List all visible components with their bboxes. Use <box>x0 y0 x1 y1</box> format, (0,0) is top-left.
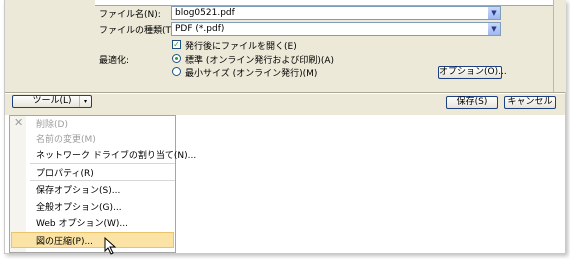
chevron-down-icon[interactable]: ▼ <box>487 23 500 35</box>
minimum-size-radio[interactable] <box>172 67 181 76</box>
delete-x-icon: ✕ <box>14 116 24 129</box>
menu-separator <box>30 163 175 164</box>
options-button[interactable]: オプション(O)... <box>438 66 507 79</box>
menu-separator <box>30 180 175 181</box>
menu-item-map-network-drive[interactable]: ネットワーク ドライブの割り当て(N)... <box>36 148 196 161</box>
save-as-dialog: ファイル名(N): blog0521.pdf ▼ ファイルの種類(T): PDF… <box>5 0 566 115</box>
filename-value: blog0521.pdf <box>175 8 235 18</box>
save-button[interactable]: 保存(S) <box>446 96 498 109</box>
tools-button[interactable]: ツール(L) ▾ <box>12 95 92 108</box>
dropdown-arrow-icon[interactable]: ▾ <box>79 96 91 107</box>
menu-item-delete[interactable]: 削除(D) <box>36 117 68 130</box>
filetype-select[interactable]: PDF (*.pdf) ▼ <box>171 22 501 36</box>
menu-item-save-options[interactable]: 保存オプション(S)... <box>36 183 120 196</box>
menu-item-compress-pictures[interactable]: 図の圧縮(P)... <box>36 234 93 247</box>
tools-dropdown-menu: ✕ 削除(D) 名前の変更(M) ネットワーク ドライブの割り当て(N)... … <box>9 115 196 253</box>
filetype-value: PDF (*.pdf) <box>175 24 225 34</box>
menu-item-properties[interactable]: プロパティ(R) <box>36 166 94 179</box>
menu-item-general-options[interactable]: 全般オプション(G)... <box>36 200 122 213</box>
minimum-size-option-label[interactable]: 最小サイズ (オンライン発行)(M) <box>185 66 317 79</box>
optimize-label: 最適化: <box>99 56 130 66</box>
dialog-separator <box>5 92 565 94</box>
open-after-publish-label[interactable]: 発行後にファイルを開く(E) <box>185 39 297 52</box>
cancel-button[interactable]: キャンセル <box>504 96 556 109</box>
filename-combobox[interactable]: blog0521.pdf ▼ <box>171 6 501 20</box>
filename-label: ファイル名(N): <box>99 10 161 20</box>
open-after-publish-checkbox[interactable]: ✓ <box>172 40 181 49</box>
chevron-down-icon[interactable]: ▼ <box>487 7 500 19</box>
screenshot-frame: ファイル名(N): blog0521.pdf ▼ ファイルの種類(T): PDF… <box>4 0 566 255</box>
menu-item-rename[interactable]: 名前の変更(M) <box>36 132 96 145</box>
standard-option-label[interactable]: 標準 (オンライン発行および印刷)(A) <box>185 53 334 66</box>
dialog-right-edge <box>553 0 566 92</box>
mouse-cursor-icon <box>104 237 117 255</box>
menu-item-web-options[interactable]: Web オプション(W)... <box>36 216 128 229</box>
tools-button-label: ツール(L) <box>32 96 72 106</box>
filetype-label: ファイルの種類(T): <box>99 26 178 36</box>
standard-radio[interactable] <box>172 54 181 63</box>
